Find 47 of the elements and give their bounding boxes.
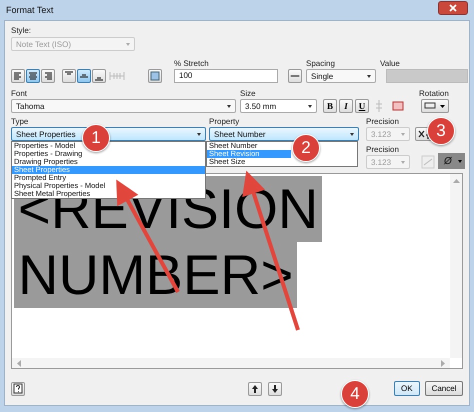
symbol-dropdown[interactable]: Ø <box>438 153 465 169</box>
precision-label: Precision <box>366 144 400 155</box>
close-icon <box>449 4 457 12</box>
text-align-icon <box>43 71 53 81</box>
underline-button[interactable]: U <box>355 99 369 113</box>
ok-button[interactable]: OK <box>394 381 420 396</box>
valign-button[interactable] <box>62 69 76 83</box>
valign-button[interactable] <box>92 69 106 83</box>
cancel-button[interactable]: Cancel <box>424 381 464 396</box>
background-fill-icon[interactable] <box>391 100 405 112</box>
property-label: Property <box>209 116 240 127</box>
font-dropdown[interactable]: Tahoma <box>11 99 236 113</box>
help-icon <box>13 383 23 394</box>
stretch-field[interactable]: 100 <box>174 69 278 83</box>
align-button[interactable] <box>41 69 55 83</box>
text-align-icon <box>28 71 38 81</box>
font-label: Font <box>11 88 28 99</box>
window-title: Format Text <box>6 5 54 15</box>
italic-button[interactable]: I <box>339 99 353 113</box>
help-button[interactable] <box>11 382 25 396</box>
fit-text-button[interactable] <box>148 69 162 83</box>
size-dropdown[interactable]: 3.50 mm <box>240 99 317 113</box>
type-label: Type <box>11 116 30 127</box>
move-up-button[interactable] <box>248 382 262 396</box>
value-label: Value <box>380 58 401 69</box>
stretch-label: % Stretch <box>174 58 210 69</box>
spacing-dropdown[interactable]: Single <box>306 69 376 83</box>
up-arrow-icon <box>251 384 259 394</box>
text-align-icon <box>13 71 23 81</box>
bold-button[interactable]: B <box>323 99 337 113</box>
move-down-button[interactable] <box>268 382 282 396</box>
down-arrow-icon <box>271 384 279 394</box>
valign-button[interactable] <box>77 69 91 83</box>
close-button[interactable] <box>438 1 468 15</box>
align-button[interactable] <box>26 69 40 83</box>
style-label: Style: <box>11 25 32 36</box>
line-spacing-button[interactable] <box>288 69 302 83</box>
property-dropdown[interactable]: Sheet Number <box>209 127 359 141</box>
align-button[interactable] <box>11 69 25 83</box>
size-label: Size <box>240 88 257 99</box>
rotation-dropdown[interactable] <box>420 99 449 113</box>
precision-label: Precision <box>366 116 400 127</box>
rotation-icon <box>424 102 446 110</box>
rotation-label: Rotation <box>419 88 449 99</box>
spacing-label: Spacing <box>306 58 336 69</box>
square-icon <box>150 71 160 81</box>
field-icon <box>417 128 431 140</box>
